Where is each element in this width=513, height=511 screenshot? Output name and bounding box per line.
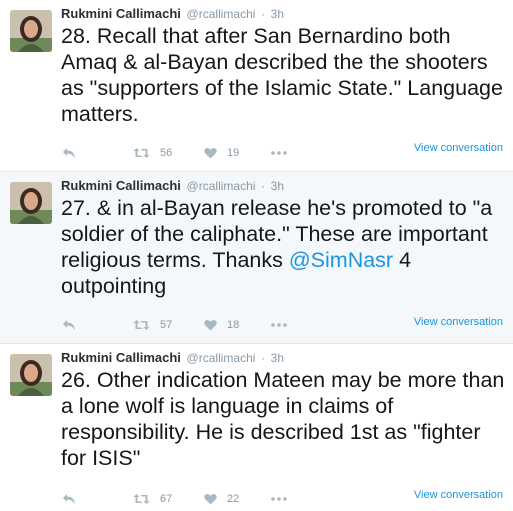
like-count: 18	[227, 319, 240, 331]
author-name[interactable]: Rukmini Callimachi	[61, 6, 181, 21]
avatar[interactable]	[10, 182, 52, 224]
author-name[interactable]: Rukmini Callimachi	[61, 178, 181, 193]
tweet-28[interactable]: Rukmini Callimachi @rcallimachi · 3h 28.…	[0, 0, 513, 172]
tweet-timestamp[interactable]: 3h	[271, 179, 284, 193]
more-button[interactable]	[271, 491, 287, 507]
avatar[interactable]	[10, 354, 52, 396]
tweet-text-body: 27. & in al-Bayan release he's promoted …	[61, 196, 493, 272]
retweet-button[interactable]: 67	[133, 491, 172, 507]
tweet-text-body: 26. Other indication Mateen may be more …	[61, 368, 505, 470]
tweet-text: 28. Recall that after San Bernardino bot…	[61, 23, 506, 127]
reply-icon	[62, 319, 76, 331]
like-button[interactable]: 22	[204, 491, 239, 507]
reply-icon	[62, 493, 76, 505]
heart-icon	[204, 493, 217, 505]
view-conversation-link[interactable]: View conversation	[414, 489, 503, 501]
view-conversation-link[interactable]: View conversation	[414, 142, 503, 154]
tweet-timestamp[interactable]: 3h	[271, 7, 284, 21]
like-button[interactable]: 18	[204, 317, 239, 333]
more-button[interactable]	[271, 145, 287, 161]
tweet-header: Rukmini Callimachi @rcallimachi · 3h	[61, 5, 284, 23]
tweet-text: 26. Other indication Mateen may be more …	[61, 367, 506, 471]
reply-button[interactable]	[62, 491, 76, 507]
heart-icon	[204, 147, 217, 159]
avatar[interactable]	[10, 10, 52, 52]
like-count: 19	[227, 147, 240, 159]
author-handle[interactable]: @rcallimachi	[187, 179, 256, 193]
tweet-27[interactable]: Rukmini Callimachi @rcallimachi · 3h 27.…	[0, 172, 513, 344]
view-conversation-link[interactable]: View conversation	[414, 316, 503, 328]
author-handle[interactable]: @rcallimachi	[187, 351, 256, 365]
heart-icon	[204, 319, 217, 331]
tweet-text: 27. & in al-Bayan release he's promoted …	[61, 195, 506, 299]
tweet-26[interactable]: Rukmini Callimachi @rcallimachi · 3h 26.…	[0, 344, 513, 511]
tweet-header: Rukmini Callimachi @rcallimachi · 3h	[61, 349, 284, 367]
retweet-count: 56	[160, 147, 173, 159]
separator-dot: ·	[261, 351, 266, 365]
more-icon	[271, 323, 287, 327]
more-icon	[271, 151, 287, 155]
author-handle[interactable]: @rcallimachi	[187, 7, 256, 21]
mention-link[interactable]: @SimNasr	[289, 248, 393, 272]
retweet-button[interactable]: 56	[133, 145, 172, 161]
separator-dot: ·	[261, 179, 266, 193]
retweet-icon	[133, 493, 150, 505]
more-icon	[271, 497, 287, 501]
retweet-count: 57	[160, 319, 173, 331]
like-count: 22	[227, 493, 240, 505]
tweet-timestamp[interactable]: 3h	[271, 351, 284, 365]
more-button[interactable]	[271, 317, 287, 333]
retweet-button[interactable]: 57	[133, 317, 172, 333]
tweet-header: Rukmini Callimachi @rcallimachi · 3h	[61, 177, 284, 195]
author-name[interactable]: Rukmini Callimachi	[61, 350, 181, 365]
reply-button[interactable]	[62, 317, 76, 333]
separator-dot: ·	[261, 7, 266, 21]
retweet-count: 67	[160, 493, 173, 505]
retweet-icon	[133, 319, 150, 331]
reply-button[interactable]	[62, 145, 76, 161]
reply-icon	[62, 147, 76, 159]
retweet-icon	[133, 147, 150, 159]
tweet-text-body: 28. Recall that after San Bernardino bot…	[61, 24, 503, 126]
like-button[interactable]: 19	[204, 145, 239, 161]
tweet-timeline: Rukmini Callimachi @rcallimachi · 3h 28.…	[0, 0, 513, 511]
